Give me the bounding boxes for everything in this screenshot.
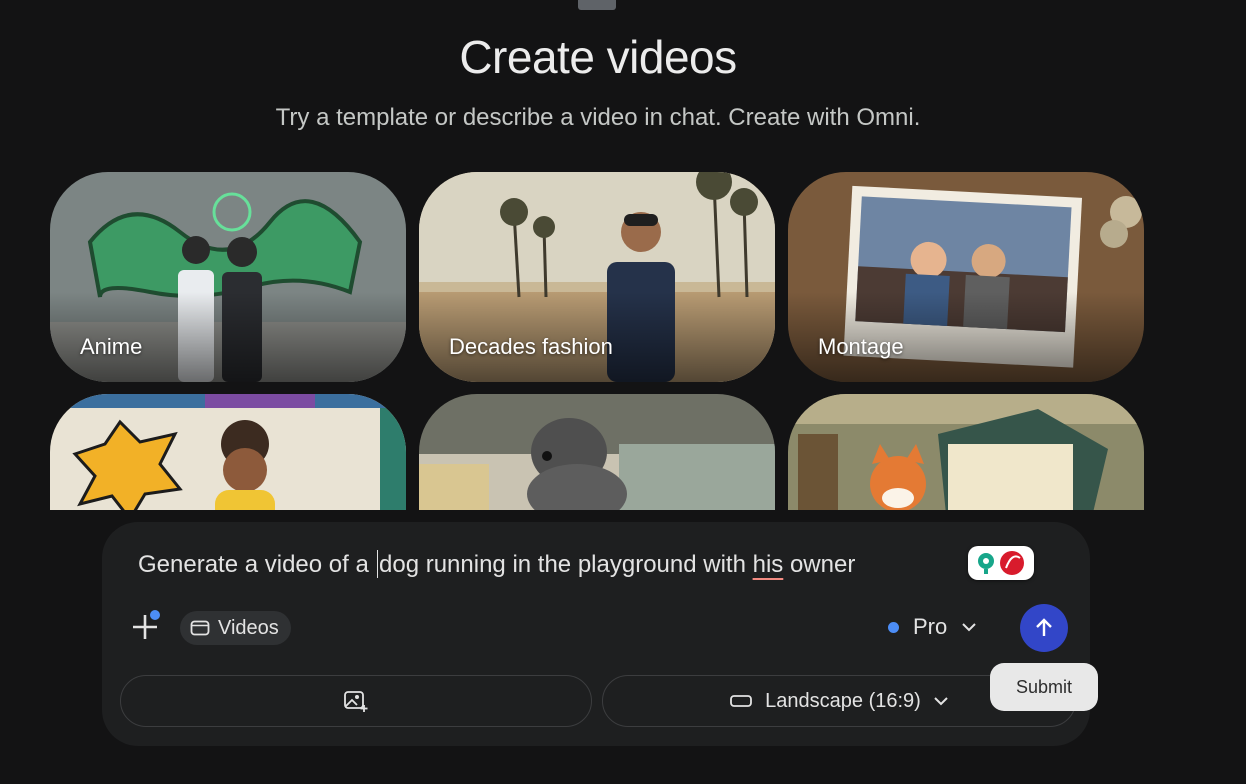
template-label: Anime [80,334,143,359]
template-label: Decades fashion [449,334,613,359]
template-card-montage[interactable]: Montage [788,172,1144,382]
prompt-text-start: Generate a video of a [138,551,376,578]
arrow-up-icon [1036,618,1052,636]
video-icon [190,620,210,636]
template-card-comic[interactable] [50,394,406,510]
add-image-button[interactable] [120,675,592,727]
template-grid: Anime Decades fashion Montage [50,172,1144,510]
videos-tool-chip[interactable]: Videos [180,611,291,645]
template-card-anime[interactable]: Anime [50,172,406,382]
add-image-icon [344,691,368,712]
template-card-housewarming[interactable] [788,394,1144,510]
prompt-input[interactable]: Generate a video of a dog running in the… [138,550,855,579]
prompt-misspelled-word[interactable]: his [753,551,784,578]
comic-thumbnail [50,394,406,510]
submit-tooltip: Submit [990,663,1098,711]
housewarming-thumbnail [788,394,1144,510]
prompt-composer: Generate a video of a dog running in the… [102,522,1098,746]
model-status-dot [888,621,899,633]
page-subtitle: Try a template or describe a video in ch… [275,104,921,131]
text-caret [376,550,378,578]
notification-dot [150,610,160,620]
template-label: Montage [818,334,904,359]
page-title: Create videos [459,31,737,83]
aspect-ratio-label: Landscape (16:9) [765,689,921,712]
model-label: Pro [913,614,948,639]
extension-badge[interactable] [968,546,1034,580]
dog-thumbnail [419,394,775,510]
model-selector[interactable]: Pro [888,614,977,640]
prompt-text-middle: dog running in the playground with [379,551,753,578]
template-card-decades-fashion[interactable]: Decades fashion [419,172,775,382]
videos-chip-label: Videos [218,616,279,639]
top-handle [578,0,616,10]
submit-button[interactable] [1020,604,1068,652]
chevron-down-icon [934,697,948,706]
aspect-ratio-icon [730,695,753,707]
grammar-extension-icon [978,551,1024,575]
chevron-down-icon [962,623,976,632]
template-card-dog[interactable] [419,394,775,510]
prompt-text-end: owner [783,551,856,578]
